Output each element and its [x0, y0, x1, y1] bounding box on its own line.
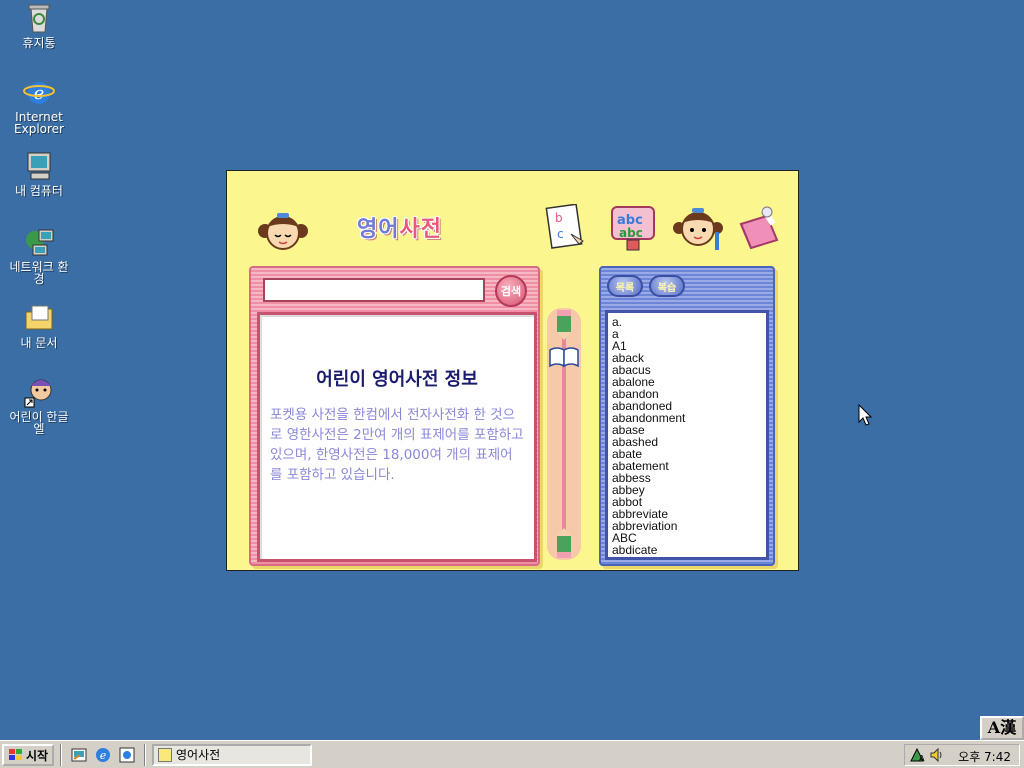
desktop-icon-network[interactable]: 네트워크 환경	[4, 226, 74, 285]
channels-quicklaunch-icon[interactable]	[118, 746, 136, 764]
pencil-bottom-icon	[557, 528, 571, 558]
desktop-icon-recycle-bin[interactable]: 휴지통	[4, 2, 74, 49]
desktop-icon-label: 네트워크 환경	[9, 260, 69, 286]
book-slider-handle-icon[interactable]	[549, 346, 579, 368]
svg-text:e: e	[100, 749, 107, 762]
list-item[interactable]: abdicate	[612, 544, 762, 556]
tab-review[interactable]: 복습	[649, 275, 685, 297]
mouse-cursor-icon	[858, 404, 872, 426]
system-tray: A 오후 7:42	[904, 744, 1020, 766]
info-text: 포켓용 사전을 한컴에서 전자사전화 한 것으로 영한사전은 2만여 개의 표제…	[270, 407, 524, 483]
svg-text:A: A	[919, 754, 925, 763]
internet-explorer-icon: e	[23, 76, 55, 108]
girl-avatar-icon[interactable]	[673, 204, 723, 252]
list-item[interactable]: a.	[612, 316, 762, 328]
taskbar-button-english-dictionary[interactable]: 영어사전	[152, 744, 312, 766]
taskbar-separator	[144, 744, 146, 766]
show-desktop-icon[interactable]	[70, 746, 88, 764]
svg-text:b: b	[555, 211, 563, 225]
recycle-bin-icon	[23, 2, 55, 34]
my-documents-icon	[23, 302, 55, 334]
abc-card-icon[interactable]: b c	[545, 204, 589, 252]
desktop-icon-label: 내 컴퓨터	[15, 184, 63, 198]
info-title: 어린이 영어사전 정보	[316, 369, 478, 390]
svg-text:abc: abc	[619, 226, 643, 240]
ime-language-indicator[interactable]: A漢	[980, 716, 1024, 740]
desktop-icon-label: Internet Explorer	[14, 110, 64, 136]
desktop-icon-label: 어린이 한글 엘	[9, 410, 69, 436]
word-list-panel: 목록 복습 a. a A1 aback abacus abalone aband…	[599, 266, 775, 566]
svg-text:c: c	[557, 227, 564, 241]
task-label: 영어사전	[176, 748, 221, 762]
app-title-part1: 영어	[357, 217, 400, 242]
desktop-icon-label: 휴지통	[22, 36, 56, 50]
list-item[interactable]: a	[612, 328, 762, 340]
desktop-icon-my-documents[interactable]: 내 문서	[4, 302, 74, 349]
pencil-top-icon	[557, 310, 571, 340]
start-label: 시작	[25, 748, 49, 763]
start-button[interactable]: 시작	[2, 744, 54, 766]
desktop-icon-kids-hangul[interactable]: 어린이 한글 엘	[4, 376, 74, 435]
volume-icon[interactable]	[929, 747, 945, 763]
dictionary-app-icon	[158, 748, 172, 762]
ime-tray-icon[interactable]: A	[909, 747, 927, 763]
kids-hangul-icon	[23, 376, 55, 408]
app-title: 영어사전	[357, 211, 442, 243]
my-computer-icon	[23, 150, 55, 182]
english-dictionary-window: 영어사전 b c abc abc 검색 어린이 영어사전 정보 포켓용 사전을 …	[226, 170, 799, 571]
tab-list[interactable]: 목록	[607, 275, 643, 297]
network-neighborhood-icon	[23, 226, 55, 258]
taskbar: 시작 e 영어사전 A 오후 7:42	[0, 740, 1024, 768]
scroll-slider[interactable]	[547, 308, 581, 560]
desktop-icon-my-computer[interactable]: 내 컴퓨터	[4, 150, 74, 197]
windows-logo-icon	[8, 749, 22, 760]
taskbar-separator	[60, 744, 62, 766]
desktop-icon-internet-explorer[interactable]: e Internet Explorer	[4, 76, 74, 135]
pink-book-icon[interactable]	[737, 204, 783, 252]
search-input[interactable]	[263, 278, 485, 302]
search-button[interactable]: 검색	[495, 275, 527, 307]
desktop-icon-label: 내 문서	[20, 336, 58, 350]
app-title-part2: 사전	[399, 217, 442, 242]
word-list[interactable]: a. a A1 aback abacus abalone abandon aba…	[605, 310, 769, 560]
internet-explorer-quicklaunch-icon[interactable]: e	[94, 746, 112, 764]
abc-stamp-icon[interactable]: abc abc	[609, 204, 659, 252]
search-panel: 검색 어린이 영어사전 정보 포켓용 사전을 한컴에서 전자사전화 한 것으로 …	[249, 266, 540, 566]
girl-mascot-icon	[258, 213, 308, 250]
clock[interactable]: 오후 7:42	[958, 748, 1011, 765]
info-box: 어린이 영어사전 정보 포켓용 사전을 한컴에서 전자사전화 한 것으로 영한사…	[257, 312, 537, 562]
